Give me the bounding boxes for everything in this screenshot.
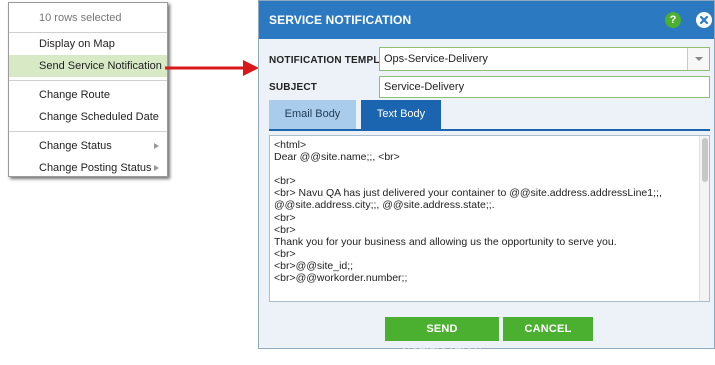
tab-text-body[interactable]: Text Body xyxy=(361,100,441,129)
dialog-title: SERVICE NOTIFICATION xyxy=(269,13,412,27)
red-arrow-icon xyxy=(165,60,259,76)
menu-item-send-service-notification[interactable]: Send Service Notification xyxy=(9,55,167,77)
close-icon[interactable] xyxy=(696,12,712,28)
vertical-scrollbar[interactable] xyxy=(699,136,709,301)
menu-item-change-posting-status[interactable]: Change Posting Status xyxy=(9,157,167,179)
dialog-title-bar: SERVICE NOTIFICATION ? xyxy=(259,1,714,39)
tab-email-body[interactable]: Email Body xyxy=(269,100,356,129)
chevron-down-icon xyxy=(695,57,703,61)
menu-item-change-status[interactable]: Change Status xyxy=(9,135,167,157)
menu-item-label: Change Posting Status xyxy=(39,162,152,174)
menu-separator xyxy=(9,131,167,132)
subject-field[interactable]: Service-Delivery xyxy=(379,76,710,98)
menu-item-display-on-map[interactable]: Display on Map xyxy=(9,33,167,55)
submenu-arrow-icon xyxy=(154,165,159,171)
menu-item-change-route[interactable]: Change Route xyxy=(9,84,167,106)
help-icon[interactable]: ? xyxy=(665,12,681,28)
dropdown-button[interactable] xyxy=(687,48,709,70)
context-menu: 10 rows selected Display on Map Send Ser… xyxy=(8,2,168,177)
template-select-value: Ops-Service-Delivery xyxy=(384,53,488,65)
send-notification-button[interactable]: SEND NOTIFICATION xyxy=(385,317,499,359)
selection-count-header: 10 rows selected xyxy=(9,3,167,33)
menu-item-change-scheduled-date[interactable]: Change Scheduled Date xyxy=(9,106,167,128)
menu-separator xyxy=(9,80,167,81)
email-body-editor[interactable]: <html> Dear @@site.name;;, <br> <br> <br… xyxy=(269,135,710,302)
menu-item-label: Change Status xyxy=(39,140,112,152)
cancel-button[interactable]: CANCEL xyxy=(503,317,593,341)
tab-underline xyxy=(269,129,710,131)
submenu-arrow-icon xyxy=(154,143,159,149)
scroll-thumb[interactable] xyxy=(702,138,708,182)
service-notification-dialog: SERVICE NOTIFICATION ? NOTIFICATION TEMP… xyxy=(258,0,715,359)
template-select[interactable]: Ops-Service-Delivery xyxy=(379,47,710,71)
email-body-text: <html> Dear @@site.name;;, <br> <br> <br… xyxy=(274,139,662,285)
subject-label: SUBJECT xyxy=(269,82,318,93)
